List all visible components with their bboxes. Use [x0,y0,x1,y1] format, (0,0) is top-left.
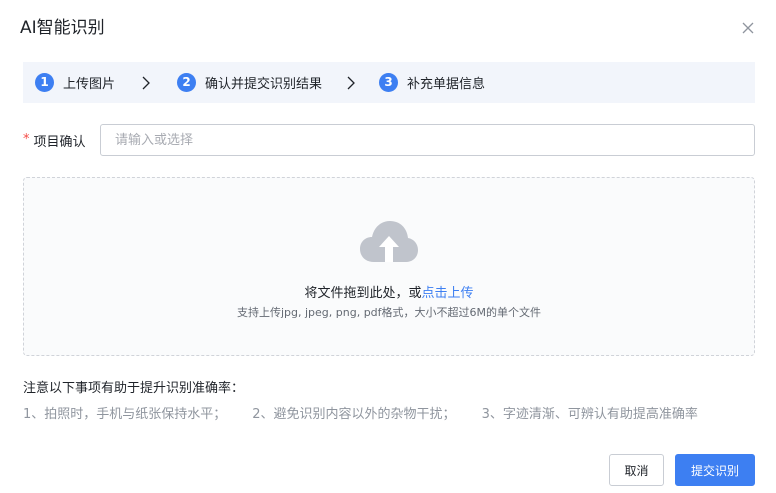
click-upload-link[interactable]: 点击上传 [422,286,474,301]
notes-list: 1、拍照时，手机与纸张保持水平； 2、避免识别内容以外的杂物干扰； 3、字迹清渐… [23,403,698,422]
note-item: 3、字迹清渐、可辨认有助提高准确率 [481,407,698,422]
cloud-upload-icon [360,221,418,262]
project-input[interactable] [100,124,755,156]
step-3: 3 补充单据信息 [379,73,485,92]
ai-recognition-dialog: AI智能识别 1 上传图片 2 确认并提交识别结果 3 补充单据信息 * 项目确… [0,0,776,493]
cancel-button[interactable]: 取消 [609,454,664,486]
step-1-label: 上传图片 [63,77,116,92]
step-1-number: 1 [35,73,54,92]
chevron-right-icon [140,76,152,90]
dialog-title: AI智能识别 [20,18,105,38]
submit-recognition-button[interactable]: 提交识别 [675,454,755,486]
step-3-label: 补充单据信息 [407,77,486,92]
step-2: 2 确认并提交识别结果 [177,73,322,92]
step-3-number: 3 [379,73,399,92]
upload-hint: 支持上传jpg, jpeg, png, pdf格式，大小不超过6M的单个文件 [236,306,542,319]
project-label: 项目确认 [33,134,86,150]
project-form-row: * 项目确认 [23,124,86,156]
upload-instruction: 将文件拖到此处，或点击上传 [24,282,754,301]
step-bar: 1 上传图片 2 确认并提交识别结果 3 补充单据信息 [23,62,755,103]
chevron-right-icon [345,76,357,90]
close-icon[interactable] [740,20,756,36]
note-item: 1、拍照时，手机与纸张保持水平； [23,407,227,422]
notes-title: 注意以下事项有助于提升识别准确率： [23,381,245,396]
required-mark: * [23,132,30,147]
step-1: 1 上传图片 [35,73,115,92]
step-2-label: 确认并提交识别结果 [205,77,323,92]
drag-text: 将文件拖到此处，或 [304,286,422,301]
upload-dropzone[interactable]: 将文件拖到此处，或点击上传 支持上传jpg, jpeg, png, pdf格式，… [23,177,755,356]
step-2-number: 2 [177,73,197,92]
note-item: 2、避免识别内容以外的杂物干扰； [252,407,456,422]
